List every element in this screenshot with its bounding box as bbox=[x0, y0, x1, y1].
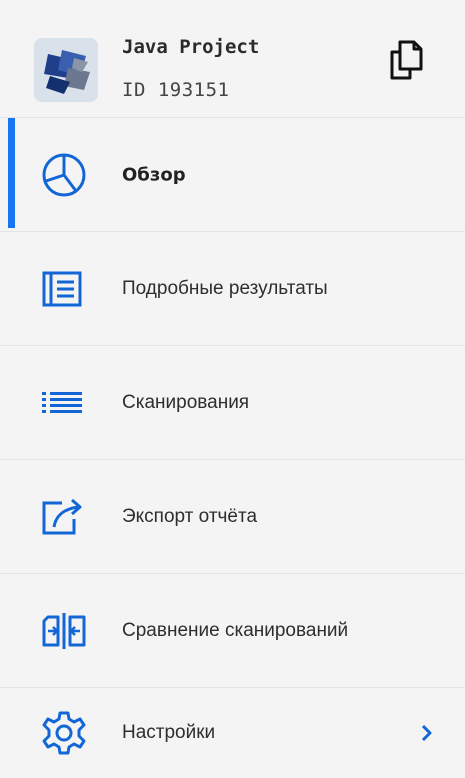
project-avatar bbox=[34, 38, 98, 102]
nav-item-label: Сравнение сканирований bbox=[122, 619, 349, 641]
gear-icon bbox=[36, 705, 92, 761]
nav-item-label: Экспорт отчёта bbox=[122, 505, 258, 527]
copy-button[interactable] bbox=[388, 38, 424, 82]
nav-item-label: Обзор bbox=[122, 164, 186, 185]
pie-chart-icon bbox=[36, 147, 92, 203]
nav-item-overview[interactable]: Обзор bbox=[0, 118, 465, 232]
copy-icon bbox=[390, 40, 423, 80]
nav-item-settings[interactable]: Настройки bbox=[0, 688, 465, 778]
nav-item-label: Сканирования bbox=[122, 391, 250, 413]
nav-item-compare-scans[interactable]: Сравнение сканирований bbox=[0, 574, 465, 688]
bullet-list-icon bbox=[36, 375, 92, 431]
java-logo-icon bbox=[34, 38, 98, 102]
project-header: Java Project ID 193151 bbox=[0, 0, 465, 118]
nav-item-detailed-results[interactable]: Подробные результаты bbox=[0, 232, 465, 346]
project-title: Java Project bbox=[122, 36, 260, 58]
chevron-right-icon[interactable] bbox=[419, 723, 435, 743]
nav-item-scans[interactable]: Сканирования bbox=[0, 346, 465, 460]
nav-item-label: Настройки bbox=[122, 722, 216, 743]
export-icon bbox=[36, 489, 92, 545]
project-id: ID 193151 bbox=[122, 79, 230, 101]
compare-icon bbox=[36, 603, 92, 659]
nav-item-export-report[interactable]: Экспорт отчёта bbox=[0, 460, 465, 574]
project-sidebar: Java Project ID 193151 Обзор Подробные р… bbox=[0, 0, 465, 778]
list-box-icon bbox=[36, 261, 92, 317]
nav-item-label: Подробные результаты bbox=[122, 277, 328, 299]
